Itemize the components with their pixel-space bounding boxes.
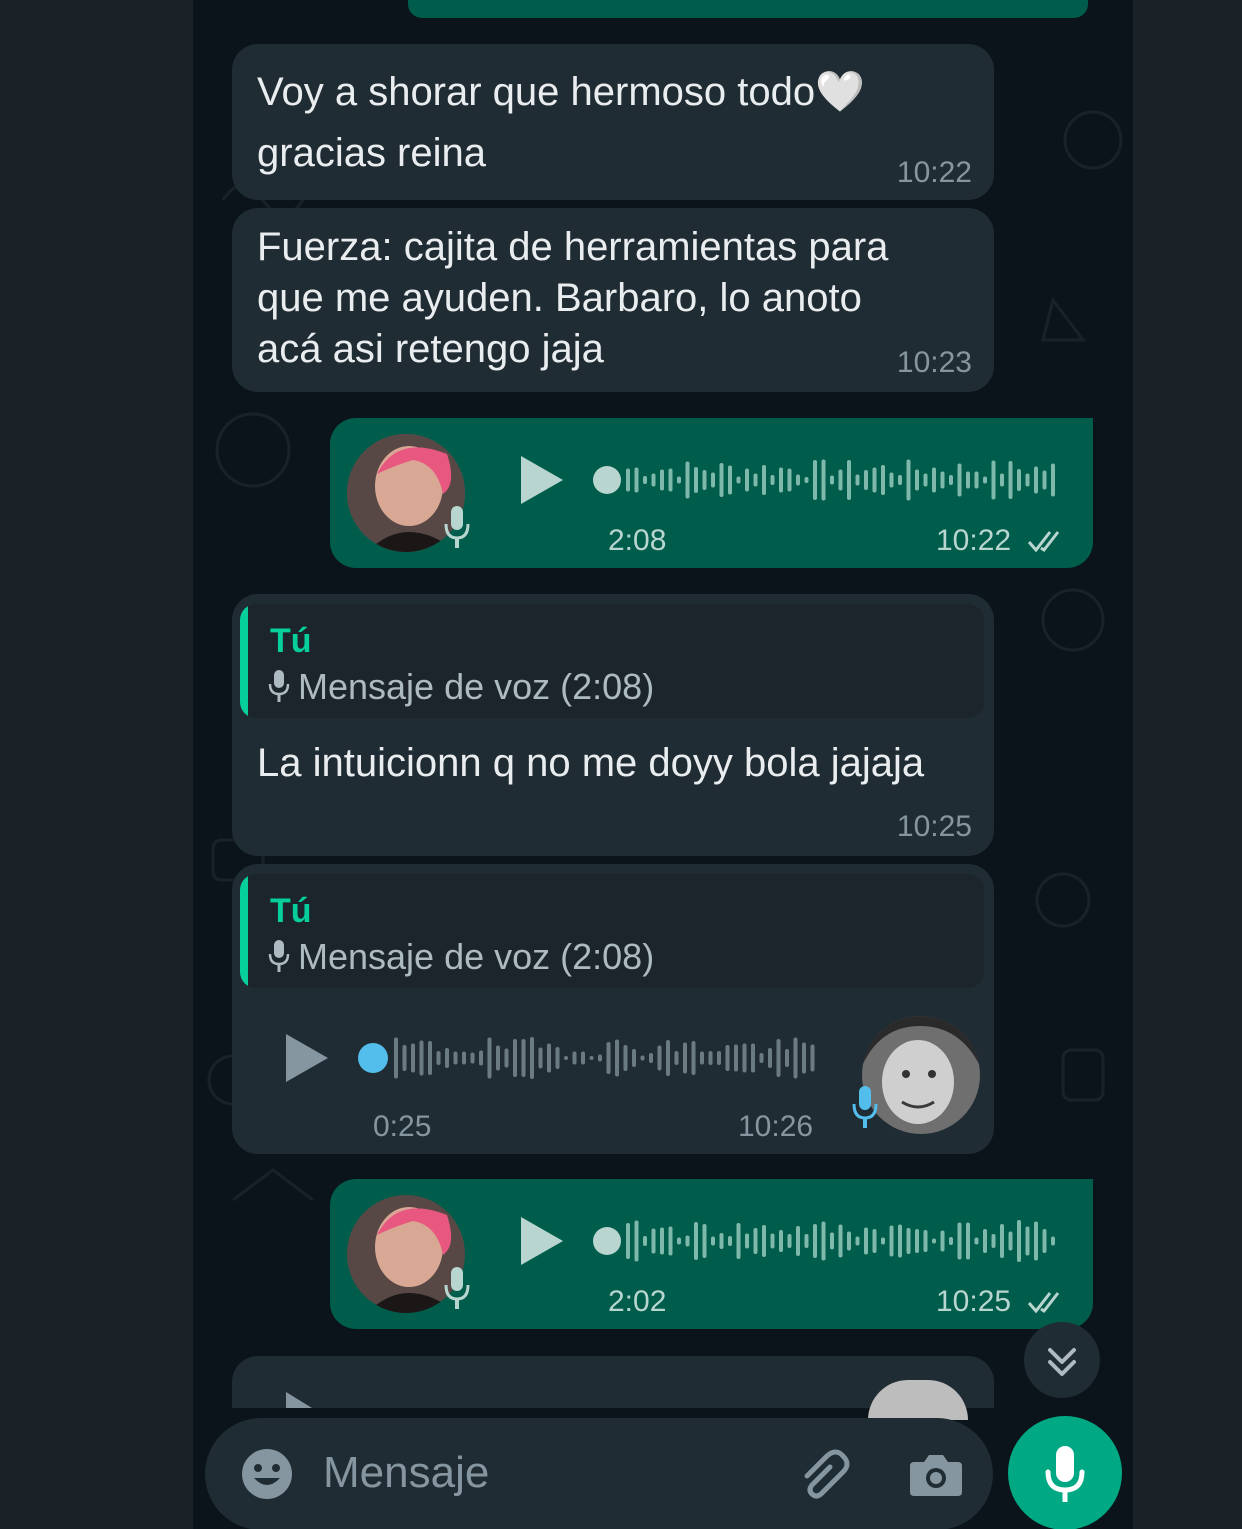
incoming-reply-message[interactable]: Tú Mensaje de voz (2:08) La intuicionn q… (232, 594, 994, 856)
quoted-message[interactable]: Tú Mensaje de voz (2:08) (240, 604, 984, 718)
emoji-icon[interactable] (239, 1446, 295, 1502)
scroll-to-bottom-button[interactable] (1024, 1322, 1100, 1398)
message-input[interactable]: Mensaje (323, 1448, 489, 1498)
chat-screen: Voy a shorar que hermoso todo🤍 gracias r… (193, 0, 1133, 1529)
outgoing-voice-message[interactable]: 2:08 10:22 (330, 418, 1093, 568)
message-time: 10:22 (936, 524, 1012, 557)
quote-text-line: Mensaje de voz (2:08) (268, 936, 654, 978)
play-icon (286, 1392, 312, 1408)
message-time: 10:26 (738, 1110, 814, 1143)
attach-icon[interactable] (795, 1446, 855, 1506)
quoted-message[interactable]: Tú Mensaje de voz (2:08) (240, 874, 984, 988)
message-composer[interactable]: Mensaje (205, 1418, 993, 1529)
mic-icon (268, 670, 290, 702)
waveform[interactable] (592, 1215, 1062, 1267)
message-text: Voy a shorar que hermoso todo🤍 gracias r… (257, 70, 865, 175)
incoming-voice-reply[interactable]: Tú Mensaje de voz (2:08) 0:25 10:26 (232, 864, 994, 1154)
mic-icon (444, 1267, 470, 1309)
quote-author: Tú (270, 892, 312, 930)
double-check-icon (1027, 1292, 1060, 1314)
record-voice-button[interactable] (1008, 1416, 1122, 1529)
sender-avatar (868, 1380, 968, 1420)
message-time: 10:22 (896, 156, 972, 189)
play-icon[interactable] (517, 1213, 567, 1269)
message-text: La intuicionn q no me doyy bola jajaja (257, 741, 925, 785)
message-time: 10:25 (936, 1285, 1012, 1318)
double-check-icon (1027, 531, 1060, 553)
message-time: 10:23 (896, 346, 972, 379)
play-icon[interactable] (282, 1030, 332, 1086)
mic-icon (444, 506, 470, 548)
waveform[interactable] (592, 454, 1062, 506)
quote-accent-bar (240, 604, 248, 718)
quote-accent-bar (240, 874, 248, 988)
quote-text: Mensaje de voz (2:08) (298, 936, 655, 977)
incoming-message[interactable]: Fuerza: cajita de herramientas para que … (232, 208, 994, 392)
quote-text-line: Mensaje de voz (2:08) (268, 666, 654, 708)
incoming-message[interactable]: Voy a shorar que hermoso todo🤍 gracias r… (232, 44, 994, 200)
mic-icon (268, 940, 290, 972)
waveform[interactable] (356, 1032, 826, 1084)
quote-author: Tú (270, 622, 312, 660)
camera-icon[interactable] (908, 1450, 964, 1500)
play-icon[interactable] (517, 452, 567, 508)
chevron-double-down-icon (1048, 1348, 1076, 1376)
voice-duration: 0:25 (373, 1110, 432, 1143)
mic-icon (852, 1086, 878, 1128)
voice-duration: 2:02 (608, 1285, 667, 1318)
message-time: 10:25 (896, 810, 972, 843)
voice-duration: 2:08 (608, 524, 667, 557)
previous-message-edge (408, 0, 1088, 18)
outgoing-voice-message[interactable]: 2:02 10:25 (330, 1179, 1093, 1329)
incoming-voice-message-partial[interactable] (232, 1356, 994, 1420)
mic-icon (1045, 1446, 1085, 1502)
quote-text: Mensaje de voz (2:08) (298, 666, 655, 707)
message-text: Fuerza: cajita de herramientas para que … (257, 225, 889, 371)
